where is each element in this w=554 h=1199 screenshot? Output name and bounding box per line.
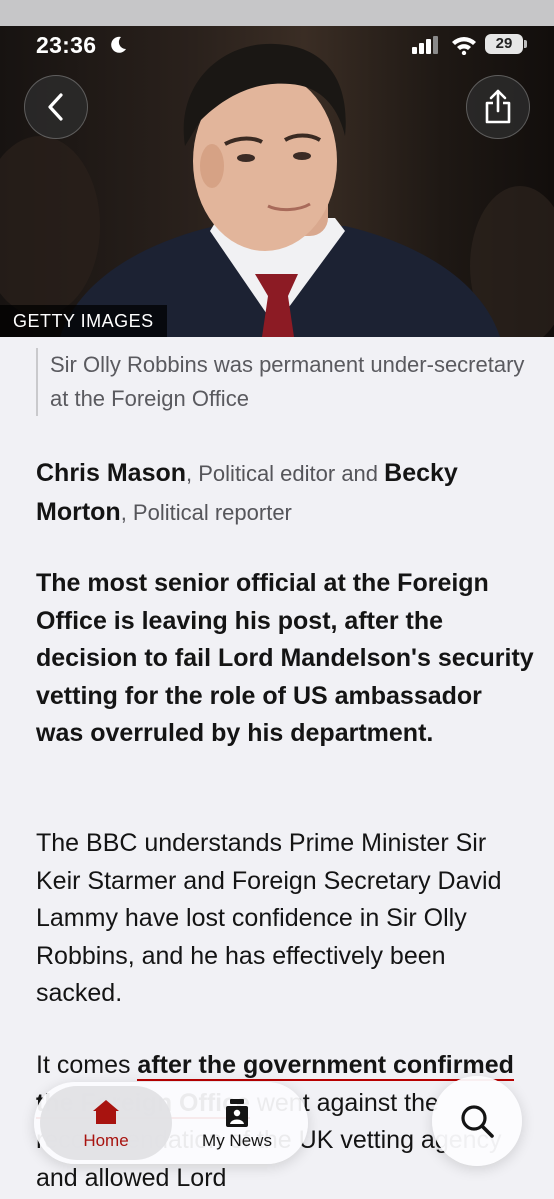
author-role: , Political editor and	[186, 461, 385, 486]
search-icon	[461, 1105, 494, 1138]
share-icon	[485, 89, 511, 124]
top-strip	[0, 0, 554, 26]
tab-my-news[interactable]: My News	[172, 1086, 302, 1160]
home-icon	[93, 1100, 119, 1124]
cellular-signal-icon	[412, 36, 438, 54]
hero-photo	[0, 43, 554, 337]
paragraph-text: It comes	[36, 1051, 138, 1079]
hero-image	[0, 26, 554, 337]
author-role: , Political reporter	[120, 500, 292, 525]
author-name[interactable]: Chris Mason	[36, 459, 186, 487]
wifi-icon	[452, 37, 476, 55]
byline: Chris Mason, Political editor and Becky …	[36, 454, 536, 532]
status-bar: 23:36 29	[0, 26, 554, 64]
tab-bar: Home My News	[34, 1082, 308, 1164]
image-credit: GETTY IMAGES	[0, 305, 167, 337]
status-time: 23:36	[36, 32, 97, 58]
article-paragraph: The BBC understands Prime Minister Sir K…	[36, 829, 502, 1007]
image-caption: Sir Olly Robbins was permanent under-sec…	[36, 348, 526, 416]
chevron-left-icon	[48, 93, 63, 121]
battery-icon: 29	[485, 34, 527, 54]
article-lede: The most senior official at the Foreign …	[36, 569, 534, 747]
search-button[interactable]	[432, 1076, 522, 1166]
back-button[interactable]	[24, 75, 88, 139]
tab-my-news-label: My News	[202, 1131, 272, 1150]
share-button[interactable]	[466, 75, 530, 139]
tab-home[interactable]: Home	[40, 1086, 172, 1160]
my-news-icon	[226, 1099, 248, 1127]
tab-home-label: Home	[83, 1131, 129, 1150]
moon-icon	[111, 36, 126, 53]
